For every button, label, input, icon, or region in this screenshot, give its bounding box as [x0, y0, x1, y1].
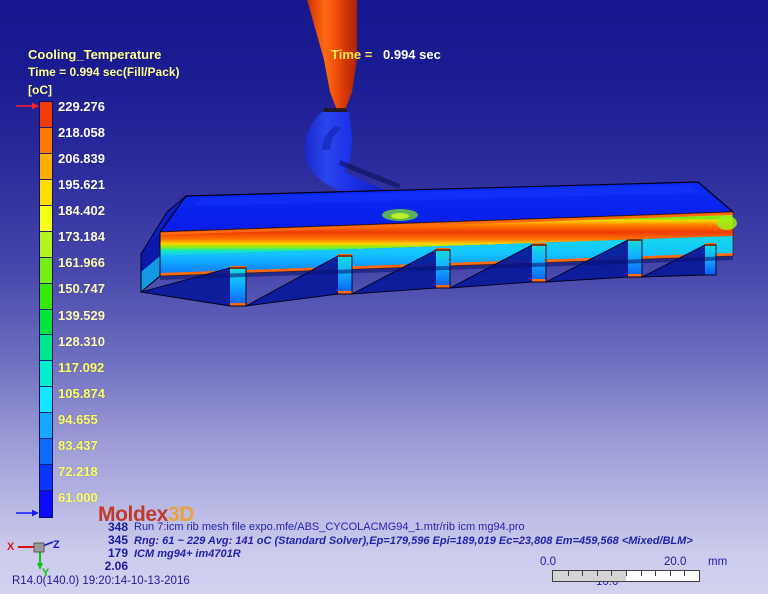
ruler-tick	[596, 571, 598, 576]
min-indicator-arrow-icon	[16, 509, 39, 517]
runner-geometry	[305, 112, 402, 206]
axis-y-label: Y	[42, 567, 50, 578]
ruler-bar	[552, 570, 700, 582]
ruler-tick	[582, 571, 584, 576]
colorbar-value-label: 150.747	[58, 281, 105, 297]
legend-unit-label: [oC]	[28, 83, 52, 97]
ruler-start-label: 0.0	[540, 556, 556, 568]
scale-ruler: 0.0 20.0 mm 10.0	[540, 556, 733, 590]
simulation-viewport[interactable]: Cooling_Temperature Time = 0.994 sec(Fil…	[0, 0, 768, 594]
colorbar-band	[40, 231, 52, 258]
colorbar-value-label: 117.092	[58, 359, 105, 375]
colorbar-value-label: 229.276	[58, 99, 105, 114]
time-value: 0.994 sec	[383, 47, 441, 62]
ruler-tick	[640, 571, 642, 576]
ruler-tick	[567, 571, 569, 576]
colorbar-band	[40, 127, 52, 154]
colorbar-value-label: 195.621	[58, 177, 105, 193]
ruler-end-label: 20.0	[664, 556, 687, 568]
plate-cross-section	[159, 211, 734, 277]
max-indicator-arrow-icon	[16, 102, 39, 110]
colorbar-band	[40, 465, 52, 492]
ruler-tick	[684, 571, 686, 576]
colorbar-band	[40, 283, 52, 310]
colorbar-band	[40, 257, 52, 284]
stat-line: 2.06	[104, 559, 128, 573]
legend-title: Cooling_Temperature	[28, 47, 162, 62]
colorbar-value-label: 83.437	[58, 437, 98, 453]
mesh-stat-column: 348 345 179 2.06	[86, 521, 128, 573]
legend-subtitle: Time = 0.994 sec(Fill/Pack)	[28, 65, 180, 79]
colorbar-band	[40, 491, 52, 517]
colorbar-band	[40, 102, 52, 128]
colorbar-value-label: 128.310	[58, 333, 105, 349]
ruler-tick	[669, 571, 671, 576]
colorbar-value-label: 173.184	[58, 229, 105, 245]
colorbar-value-label: 206.839	[58, 151, 105, 167]
colorbar-value-label: 61.000	[58, 489, 98, 505]
plate-left-end-cap	[140, 195, 187, 294]
colorbar-band	[40, 361, 52, 388]
colorbar-band	[40, 335, 52, 362]
colorbar-value-label: 139.529	[58, 307, 105, 323]
colorbar-value-label: 161.966	[58, 255, 105, 271]
colorbar-band	[40, 153, 52, 180]
colorbar-value-label: 218.058	[58, 125, 105, 141]
gate-hotspot	[382, 209, 418, 221]
colorbar-band	[40, 205, 52, 232]
axis-triad-icon[interactable]: X Z Y	[6, 536, 68, 578]
ruler-unit-label: mm	[708, 556, 728, 568]
ruler-tick	[611, 571, 613, 576]
axis-z-label: Z	[53, 539, 60, 551]
colorbar-band	[40, 179, 52, 206]
ruler-bar-fill	[553, 571, 626, 581]
run-info-line-2: Rng: 61 ~ 229 Avg: 141 oC (Standard Solv…	[134, 534, 693, 547]
temperature-colorbar[interactable]	[39, 101, 53, 518]
colorbar-band	[40, 413, 52, 440]
flow-front-tip	[717, 216, 737, 230]
plate-top-surface	[158, 181, 735, 233]
colorbar-band	[40, 387, 52, 414]
colorbar-value-label: 184.402	[58, 203, 105, 219]
colorbar-value-label: 105.874	[58, 385, 105, 401]
run-info-line-1: Run 7:icm rib mesh file expo.mfe/ABS_CYC…	[134, 521, 525, 533]
time-label: Time =	[331, 47, 373, 62]
axis-x-label: X	[7, 541, 15, 553]
ruler-tick	[655, 571, 657, 576]
colorbar-value-label: 94.655	[58, 411, 98, 427]
colorbar-band	[40, 439, 52, 466]
ruler-tick	[626, 571, 627, 576]
rib-geometry	[140, 238, 733, 307]
colorbar-value-label: 72.218	[58, 463, 98, 479]
colorbar-band	[40, 309, 52, 336]
